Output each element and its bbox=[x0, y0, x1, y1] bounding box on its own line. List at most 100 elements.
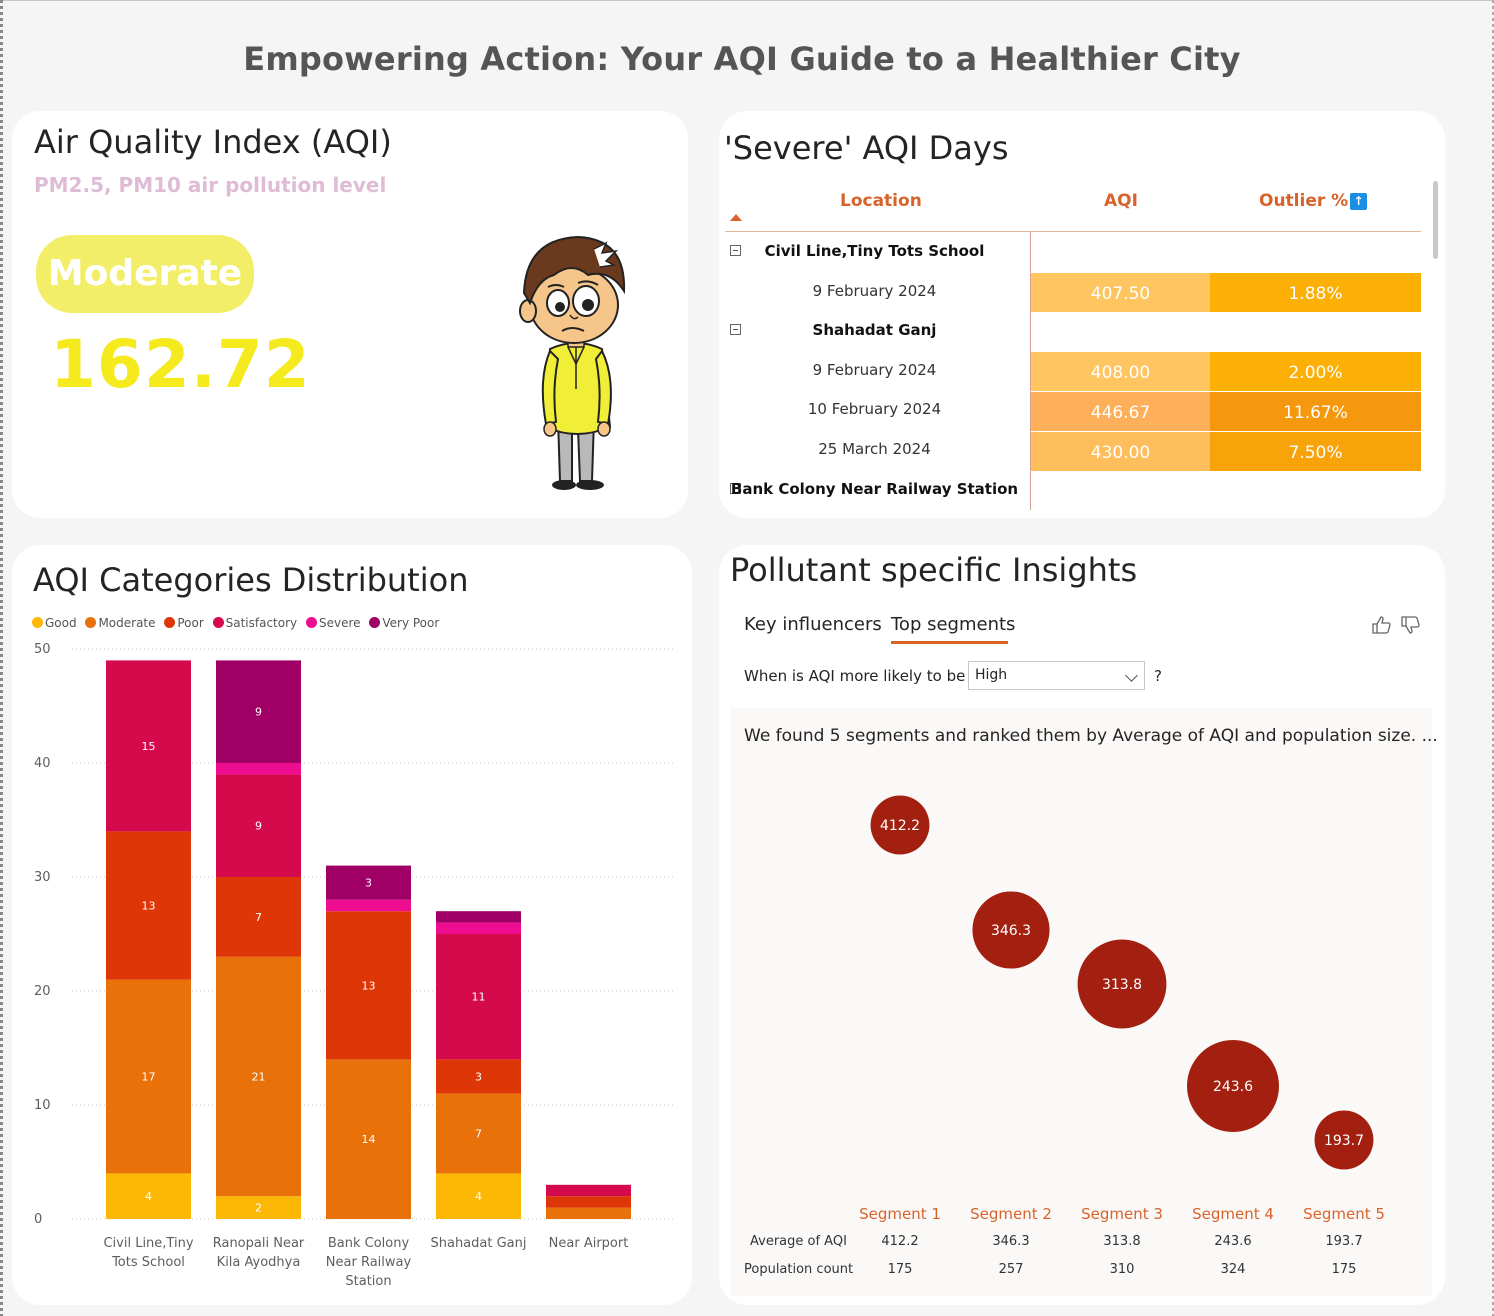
bar-segment[interactable] bbox=[546, 1184, 631, 1197]
row-label: Average of AQI bbox=[750, 1234, 847, 1249]
outlier-cell: 7.50% bbox=[1210, 432, 1421, 471]
bar-segment[interactable] bbox=[546, 1196, 631, 1208]
y-tick-label: 0 bbox=[34, 1212, 42, 1227]
bubble-label: 346.3 bbox=[991, 923, 1031, 939]
data-label: 7 bbox=[255, 911, 262, 924]
tab-key-influencers[interactable]: Key influencers bbox=[744, 614, 882, 635]
segment-header[interactable]: Segment 2 bbox=[970, 1205, 1052, 1223]
aqi-cell: 408.00 bbox=[1031, 352, 1210, 391]
x-tick-label: Near Railway bbox=[326, 1255, 412, 1270]
thumbs-down-icon[interactable] bbox=[1400, 615, 1422, 635]
insights-card[interactable]: Pollutant specific Insights Key influenc… bbox=[719, 545, 1445, 1305]
x-tick-label: Station bbox=[345, 1274, 391, 1289]
data-label: 9 bbox=[255, 706, 262, 719]
y-tick-label: 30 bbox=[34, 870, 51, 885]
column-header-aqi[interactable]: AQI bbox=[1104, 191, 1138, 211]
worried-boy-illustration bbox=[519, 235, 626, 490]
header-divider bbox=[725, 231, 1421, 232]
segment-avg: 313.8 bbox=[1103, 1234, 1140, 1249]
data-label: 14 bbox=[362, 1133, 376, 1146]
segment-count: 175 bbox=[888, 1262, 913, 1277]
column-header-outlier[interactable]: Outlier % bbox=[1259, 191, 1348, 211]
question-mark: ? bbox=[1154, 667, 1162, 685]
data-label: 9 bbox=[255, 820, 262, 833]
bubble-label: 243.6 bbox=[1213, 1079, 1253, 1095]
data-label: 3 bbox=[475, 1071, 482, 1084]
outlier-cell: 2.00% bbox=[1210, 352, 1421, 391]
segment-avg: 346.3 bbox=[992, 1234, 1029, 1249]
row-label: Population count bbox=[744, 1262, 853, 1277]
bubble-label: 412.2 bbox=[880, 818, 920, 834]
x-tick-label: Tots School bbox=[111, 1255, 185, 1270]
data-label: 2 bbox=[255, 1202, 262, 1215]
dropdown-value: High bbox=[975, 667, 1008, 683]
x-tick-label: Shahadat Ganj bbox=[430, 1236, 526, 1251]
thumbs-up-icon[interactable] bbox=[1371, 615, 1393, 635]
outlier-cell: 1.88% bbox=[1210, 273, 1421, 312]
data-label: 3 bbox=[365, 877, 372, 890]
active-tab-indicator bbox=[891, 641, 1008, 644]
bar-segment[interactable] bbox=[436, 922, 521, 934]
chevron-down-icon[interactable] bbox=[1125, 669, 1138, 682]
severe-card-title: 'Severe' AQI Days bbox=[724, 129, 1009, 167]
data-label: 13 bbox=[142, 900, 156, 913]
data-label: 7 bbox=[475, 1128, 482, 1141]
target-value-dropdown[interactable]: High bbox=[968, 661, 1145, 690]
y-tick-label: 10 bbox=[34, 1098, 51, 1113]
segment-avg: 412.2 bbox=[881, 1234, 918, 1249]
data-label: 21 bbox=[252, 1071, 266, 1084]
sort-indicator-icon[interactable] bbox=[730, 214, 742, 221]
distribution-card[interactable]: AQI Categories Distribution Good Moderat… bbox=[12, 545, 692, 1305]
segment-header[interactable]: Segment 4 bbox=[1192, 1205, 1274, 1223]
segment-header[interactable]: Segment 1 bbox=[859, 1205, 941, 1223]
x-tick-label: Civil Line,Tiny bbox=[103, 1236, 193, 1251]
row-date: 25 March 2024 bbox=[818, 440, 931, 458]
bubble-label: 313.8 bbox=[1102, 977, 1142, 993]
bar-segment[interactable] bbox=[216, 763, 301, 775]
segments-bubble-chart[interactable]: 412.2 Segment 1 412.2 175 346.3 Segment 2 346.… bbox=[730, 708, 1432, 1296]
aqi-cell: 430.00 bbox=[1031, 432, 1210, 471]
question-label: When is AQI more likely to be bbox=[744, 667, 966, 685]
y-tick-label: 20 bbox=[34, 984, 51, 999]
outlier-cell: 11.67% bbox=[1210, 392, 1421, 431]
aqi-cell: 407.50 bbox=[1031, 273, 1210, 312]
tab-top-segments[interactable]: Top segments bbox=[891, 614, 1015, 635]
aqi-cell: 446.67 bbox=[1031, 392, 1210, 431]
group-location: Civil Line,Tiny Tots School bbox=[764, 242, 985, 260]
bar-segment[interactable] bbox=[546, 1207, 631, 1219]
aqi-category-badge: Moderate bbox=[36, 235, 254, 313]
segment-header[interactable]: Segment 3 bbox=[1081, 1205, 1163, 1223]
segment-avg: 243.6 bbox=[1214, 1234, 1251, 1249]
row-date: 9 February 2024 bbox=[812, 282, 937, 300]
severe-days-card[interactable]: 'Severe' AQI Days Location AQI Outlier %… bbox=[719, 111, 1445, 518]
row-date: 10 February 2024 bbox=[807, 400, 942, 418]
segment-count: 310 bbox=[1110, 1262, 1135, 1277]
insight-card-title: Pollutant specific Insights bbox=[730, 551, 1138, 589]
bubble-label: 193.7 bbox=[1324, 1133, 1364, 1149]
data-label: 15 bbox=[142, 740, 156, 753]
bar-segment[interactable] bbox=[436, 911, 521, 923]
sort-up-icon[interactable]: ↑ bbox=[1350, 193, 1367, 210]
aqi-subtitle: PM2.5, PM10 air pollution level bbox=[34, 173, 387, 197]
segment-count: 324 bbox=[1221, 1262, 1246, 1277]
aqi-card[interactable]: Air Quality Index (AQI) PM2.5, PM10 air … bbox=[12, 111, 688, 518]
aqi-card-title: Air Quality Index (AQI) bbox=[34, 123, 392, 161]
data-label: 17 bbox=[142, 1071, 156, 1084]
segments-panel: We found 5 segments and ranked them by A… bbox=[730, 708, 1438, 1296]
table-scrollbar[interactable] bbox=[1433, 181, 1438, 259]
page-title: Empowering Action: Your AQI Guide to a H… bbox=[243, 40, 1241, 78]
data-label: 4 bbox=[475, 1190, 482, 1203]
page-border-top bbox=[3, 0, 1494, 1]
column-header-location[interactable]: Location bbox=[840, 191, 922, 211]
bar-segment[interactable] bbox=[326, 899, 411, 912]
x-tick-label: Kila Ayodhya bbox=[217, 1255, 301, 1270]
segment-header[interactable]: Segment 5 bbox=[1303, 1205, 1385, 1223]
x-tick-label: Bank Colony bbox=[328, 1236, 410, 1251]
segment-count: 257 bbox=[999, 1262, 1024, 1277]
stacked-bar-chart[interactable]: 0 10 20 30 40 50 4 17 13 15 Civil Line,Tiny Tots Sc… bbox=[12, 545, 692, 1305]
data-label: 13 bbox=[362, 979, 376, 992]
x-tick-label: Near Airport bbox=[549, 1236, 629, 1251]
y-tick-label: 40 bbox=[34, 756, 51, 771]
group-location: Bank Colony Near Railway Station bbox=[730, 480, 1019, 498]
data-label: 4 bbox=[145, 1190, 152, 1203]
